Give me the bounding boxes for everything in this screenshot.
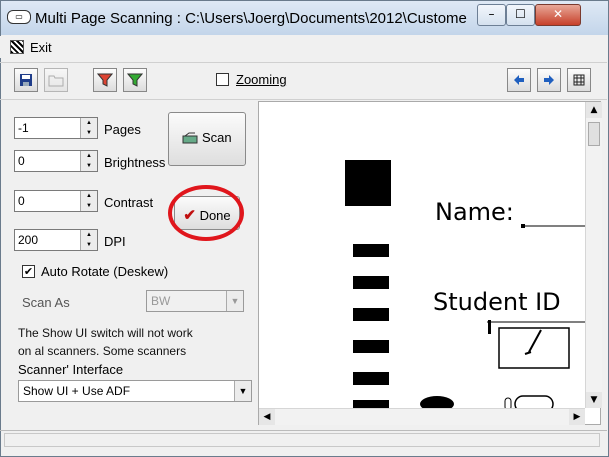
scan-label: Scan bbox=[201, 130, 232, 145]
contrast-value: 0 bbox=[18, 194, 25, 208]
scroll-left-icon[interactable]: ◀ bbox=[259, 409, 275, 425]
spinner-arrows-icon[interactable]: ▲ ▼ bbox=[80, 191, 97, 211]
spinner-arrows-icon[interactable]: ▲ ▼ bbox=[80, 118, 97, 138]
filter-red-button[interactable] bbox=[93, 68, 117, 92]
note-line-2: on al scanners. Some scanners bbox=[18, 344, 187, 358]
timing-mark bbox=[353, 308, 389, 321]
dpi-spinner[interactable]: 200 ▲ ▼ bbox=[14, 229, 98, 251]
save-button[interactable] bbox=[14, 68, 38, 92]
arrow-left-icon bbox=[514, 75, 524, 85]
zoom-checkbox[interactable] bbox=[216, 73, 229, 86]
minimize-button[interactable]: – bbox=[477, 4, 506, 26]
scan-button[interactable]: Scan bbox=[168, 112, 246, 166]
chevron-down-icon[interactable]: ▼ bbox=[226, 291, 243, 311]
auto-rotate-checkbox[interactable]: ✔ bbox=[22, 265, 35, 278]
brightness-spinner[interactable]: 0 ▲ ▼ bbox=[14, 150, 98, 172]
scroll-up-icon[interactable]: ▲ bbox=[586, 102, 602, 118]
scanned-page-graphics bbox=[345, 160, 600, 414]
zoom-label[interactable]: Zooming bbox=[236, 72, 287, 87]
spinner-arrows-icon[interactable]: ▲ ▼ bbox=[80, 230, 97, 250]
chevron-down-icon[interactable]: ▼ bbox=[234, 381, 251, 401]
pages-value: -1 bbox=[18, 121, 29, 135]
doc-name-label: Name: bbox=[435, 198, 514, 226]
brightness-label: Brightness bbox=[104, 155, 166, 170]
system-menu-icon[interactable] bbox=[10, 40, 24, 54]
status-panel bbox=[4, 433, 600, 447]
save-icon bbox=[20, 74, 32, 86]
scroll-right-icon[interactable]: ▶ bbox=[569, 409, 585, 425]
grid-icon bbox=[573, 74, 585, 86]
title-bar: ▭ Multi Page Scanning : C:\Users\Joerg\D… bbox=[1, 1, 608, 35]
window-title: Multi Page Scanning : C:\Users\Joerg\Doc… bbox=[35, 10, 467, 27]
menu-bar bbox=[0, 36, 607, 58]
grid-button[interactable] bbox=[567, 68, 591, 92]
previous-page-button[interactable] bbox=[507, 68, 531, 92]
auto-rotate-label[interactable]: Auto Rotate (Deskew) bbox=[41, 264, 168, 279]
menu-exit[interactable]: Exit bbox=[30, 40, 52, 55]
timing-mark bbox=[353, 340, 389, 353]
pages-spinner[interactable]: -1 ▲ ▼ bbox=[14, 117, 98, 139]
note-line-1: The Show UI switch will not work bbox=[18, 326, 193, 340]
contrast-spinner[interactable]: 0 ▲ ▼ bbox=[14, 190, 98, 212]
filter-green-button[interactable] bbox=[123, 68, 147, 92]
arrow-right-icon bbox=[544, 75, 554, 85]
open-folder-icon bbox=[48, 75, 64, 87]
scroll-down-icon[interactable]: ▼ bbox=[586, 392, 602, 408]
contrast-label: Contrast bbox=[104, 195, 154, 210]
scan-as-value: BW bbox=[151, 294, 171, 308]
open-folder-button[interactable] bbox=[44, 68, 68, 92]
horizontal-scrollbar[interactable]: ◀ ▶ bbox=[259, 408, 585, 425]
dpi-value: 200 bbox=[18, 233, 39, 247]
scan-as-label: Scan As bbox=[22, 295, 70, 310]
status-bar bbox=[0, 430, 607, 451]
timing-mark bbox=[353, 244, 389, 257]
vertical-scroll-thumb[interactable] bbox=[588, 122, 600, 146]
timing-mark bbox=[353, 372, 389, 385]
highlight-circle bbox=[168, 185, 244, 241]
scan-as-select[interactable]: BW ▼ bbox=[146, 290, 244, 312]
maximize-button[interactable]: ☐ bbox=[506, 4, 535, 26]
dpi-label: DPI bbox=[104, 234, 126, 249]
pages-label: Pages bbox=[104, 122, 141, 137]
filter-red-icon bbox=[96, 73, 114, 87]
show-ui-note: The Show UI switch will not work on al s… bbox=[18, 324, 238, 360]
brightness-value: 0 bbox=[18, 154, 25, 168]
scanner-icon bbox=[182, 132, 198, 144]
vertical-scrollbar[interactable]: ▲ ▼ bbox=[585, 102, 602, 408]
filter-green-icon bbox=[126, 73, 144, 87]
scanner-interface-label: Scanner' Interface bbox=[18, 362, 124, 377]
scanner-interface-value: Show UI + Use ADF bbox=[23, 384, 131, 398]
scanner-interface-select[interactable]: Show UI + Use ADF ▼ bbox=[18, 380, 252, 402]
scanner-app-icon: ▭ bbox=[7, 10, 31, 24]
close-button[interactable]: ✕ bbox=[535, 4, 581, 26]
scan-preview: Name: Student ID bbox=[258, 101, 601, 425]
doc-student-id-label: Student ID bbox=[433, 288, 561, 316]
timing-mark bbox=[353, 276, 389, 289]
next-page-button[interactable] bbox=[537, 68, 561, 92]
registration-block bbox=[345, 160, 391, 206]
id-box bbox=[498, 327, 570, 369]
spinner-arrows-icon[interactable]: ▲ ▼ bbox=[80, 151, 97, 171]
